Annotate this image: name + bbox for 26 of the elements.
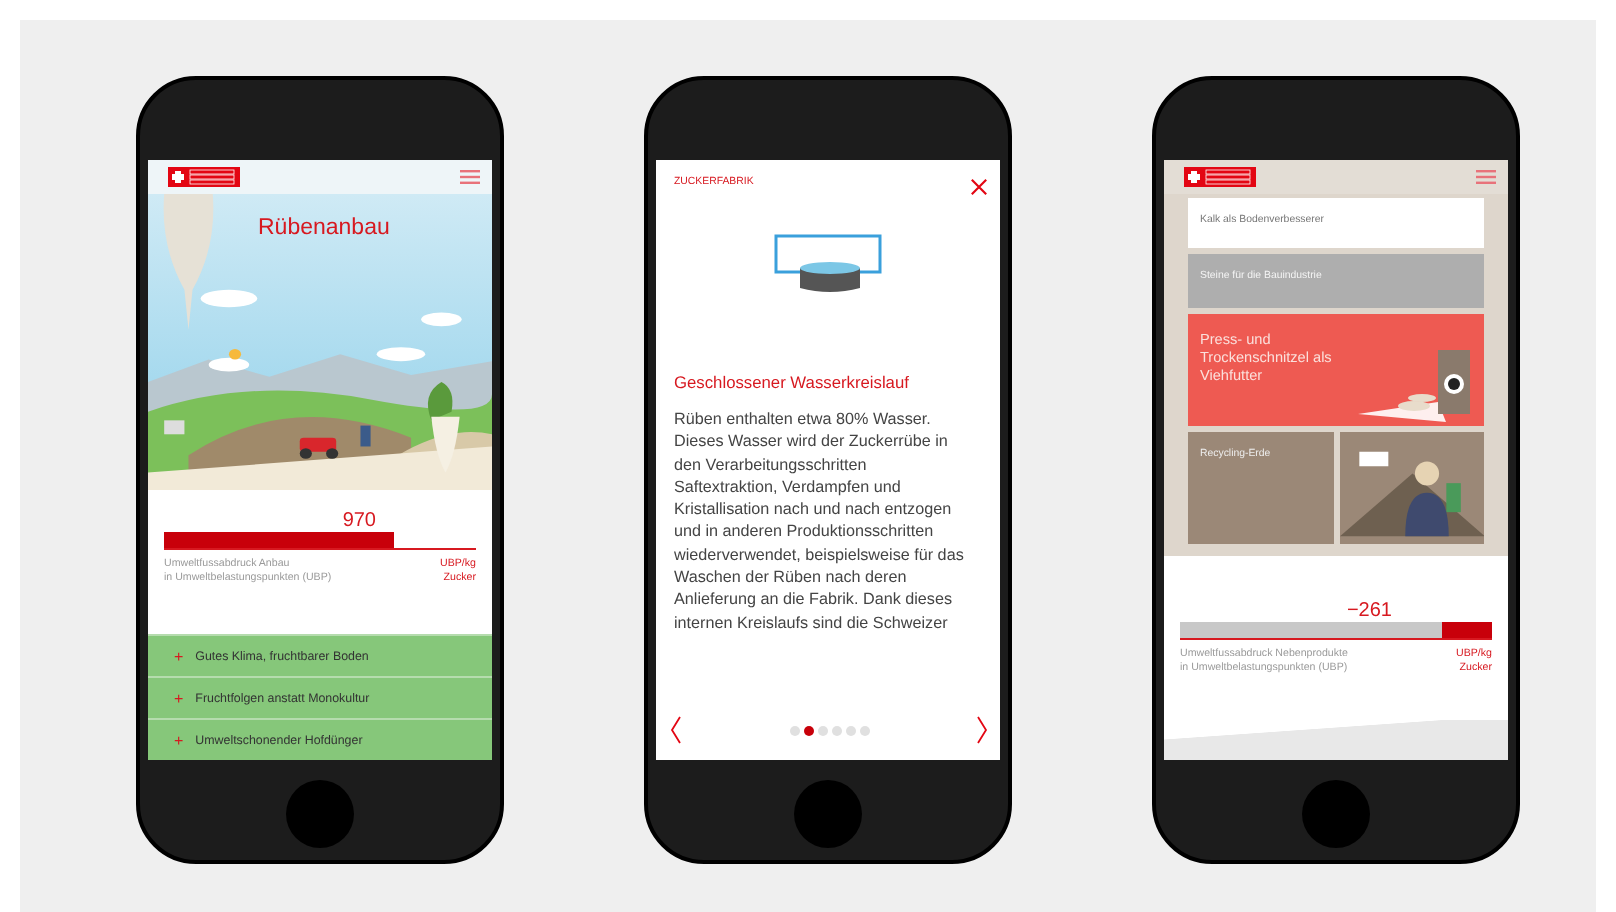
article-text: Rüben enthalten etwa 80% Wasser. Dieses Wasser wird der Zuckerrübe in den Verarbeitungsschritten Saftextraktion, Verdampfen und Kristallisation nach und nach entzogen und in anderen Produktionsschritten wiederverwendet, beispielsweise für das Waschen der Rüben nach deren Anlieferung an die Fabrik. Dank dieses internen Kreislaufs sind die Schweizer: [674, 408, 966, 634]
home-button[interactable]: [794, 780, 862, 848]
article-title: Geschlossener Wasserkreislauf: [674, 372, 911, 392]
page-dot[interactable]: [859, 725, 869, 735]
water-cycle-tank-icon: [772, 232, 884, 296]
close-icon[interactable]: [970, 178, 988, 196]
chevron-right-icon[interactable]: [976, 716, 988, 744]
page-dot[interactable]: [831, 725, 841, 735]
page-dot[interactable]: [803, 725, 813, 735]
swiss-cross-logo-icon[interactable]: [168, 166, 240, 188]
page-dot[interactable]: [845, 725, 855, 735]
home-button[interactable]: [286, 780, 354, 848]
score-value: −261: [1344, 600, 1394, 622]
page-dot[interactable]: [789, 725, 799, 735]
chevron-left-icon[interactable]: [670, 716, 682, 744]
plus-icon: +: [174, 647, 184, 665]
plus-icon: +: [174, 731, 184, 749]
plus-icon: +: [174, 689, 184, 707]
menu-icon[interactable]: [460, 170, 480, 184]
menu-icon[interactable]: [1476, 170, 1496, 184]
page-title: Rübenanbau: [258, 216, 390, 240]
home-button[interactable]: [1302, 780, 1370, 848]
swiss-cross-logo-icon[interactable]: [1184, 166, 1256, 188]
page-dot[interactable]: [817, 725, 827, 735]
score-value: 970: [340, 510, 378, 532]
video-thumbnail[interactable]: [1339, 432, 1484, 544]
